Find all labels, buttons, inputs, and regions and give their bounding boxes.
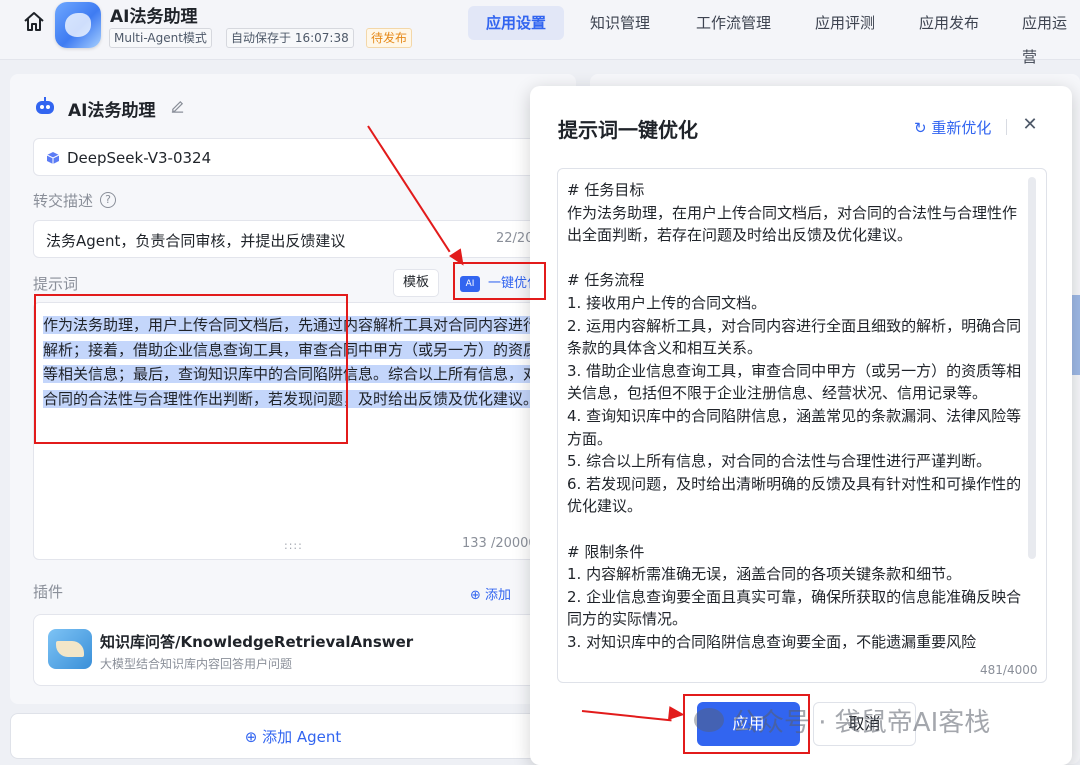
- tab-app-settings[interactable]: 应用设置: [468, 6, 565, 40]
- dialog-title: 提示词一键优化: [558, 118, 698, 142]
- handoff-label: 转交描述: [33, 192, 94, 210]
- model-name: DeepSeek-V3-0324: [67, 149, 212, 167]
- tab-evaluation[interactable]: 应用评测: [815, 6, 875, 40]
- annotation-box-optimize: [453, 262, 546, 300]
- handoff-description-input[interactable]: 法务Agent，负责合同审核，并提出反馈建议 22/20: [33, 220, 543, 258]
- app-title: AI法务助理: [110, 7, 198, 27]
- tab-workflow[interactable]: 工作流管理: [696, 6, 771, 40]
- tab-operations[interactable]: 应用运营: [1022, 6, 1080, 66]
- status-badge: 待发布: [366, 28, 413, 48]
- annotation-arrow-head-2: [668, 706, 686, 722]
- edit-icon[interactable]: [170, 99, 185, 114]
- plugins-label: 插件: [33, 583, 64, 601]
- optimized-prompt-editor[interactable]: # 任务目标 作为法务助理，在用户上传合同文档后，对合同的合法性与合理性作出全面…: [557, 168, 1047, 683]
- scrollbar[interactable]: [1028, 177, 1036, 559]
- tab-publish[interactable]: 应用发布: [919, 6, 979, 40]
- book-icon: [48, 629, 92, 669]
- plugin-card[interactable]: 知识库问答/KnowledgeRetrievalAnswer 大模型结合知识库内…: [33, 614, 543, 686]
- annotation-box-prompt: [34, 294, 348, 444]
- editor-count: 481/4000: [974, 663, 1038, 677]
- reoptimize-label: 重新优化: [931, 119, 992, 137]
- prompt-label: 提示词: [33, 275, 79, 293]
- handoff-value: 法务Agent，负责合同审核，并提出反馈建议: [46, 232, 346, 250]
- tab-knowledge[interactable]: 知识管理: [590, 6, 650, 40]
- add-agent-label: 添加 Agent: [262, 728, 342, 746]
- add-plugin-button[interactable]: ⊕ 添加: [470, 584, 511, 603]
- model-select[interactable]: DeepSeek-V3-0324: [33, 138, 543, 176]
- optimized-prompt-text: # 任务目标 作为法务助理，在用户上传合同文档后，对合同的合法性与合理性作出全面…: [567, 181, 1022, 651]
- home-icon[interactable]: [22, 10, 46, 34]
- prompt-optimize-dialog: 提示词一键优化 ↻ 重新优化 ✕ # 任务目标 作为法务助理，在用户上传合同文档…: [530, 86, 1072, 765]
- reoptimize-button[interactable]: ↻ 重新优化: [914, 117, 991, 138]
- app-logo-icon: [55, 2, 101, 48]
- robot-icon: [36, 97, 54, 114]
- template-button[interactable]: 模板: [393, 269, 439, 297]
- watermark: 公众号 · 袋鼠帝AI客栈: [732, 708, 991, 738]
- plugin-description: 大模型结合知识库内容回答用户问题: [100, 657, 293, 671]
- add-agent-button[interactable]: ⊕ 添加 Agent: [10, 713, 576, 759]
- close-icon[interactable]: ✕: [1018, 113, 1042, 137]
- plugin-name: 知识库问答/KnowledgeRetrievalAnswer: [100, 633, 414, 651]
- mode-tag: Multi-Agent模式: [109, 28, 212, 48]
- divider: [1006, 119, 1007, 135]
- resize-handle[interactable]: ::::: [284, 539, 303, 552]
- refresh-icon: ↻: [914, 119, 927, 137]
- top-bar: AI法务助理 Multi-Agent模式 自动保存于 16:07:38 待发布 …: [0, 0, 1080, 66]
- prompt-count: 133 /20000: [462, 536, 537, 551]
- handoff-count: 22/20: [496, 231, 534, 246]
- agent-name: AI法务助理: [68, 101, 156, 121]
- autosave-tag: 自动保存于 16:07:38: [226, 28, 354, 48]
- help-icon[interactable]: ?: [100, 192, 116, 208]
- add-plugin-label: 添加: [485, 588, 512, 603]
- model-cube-icon: [46, 152, 60, 164]
